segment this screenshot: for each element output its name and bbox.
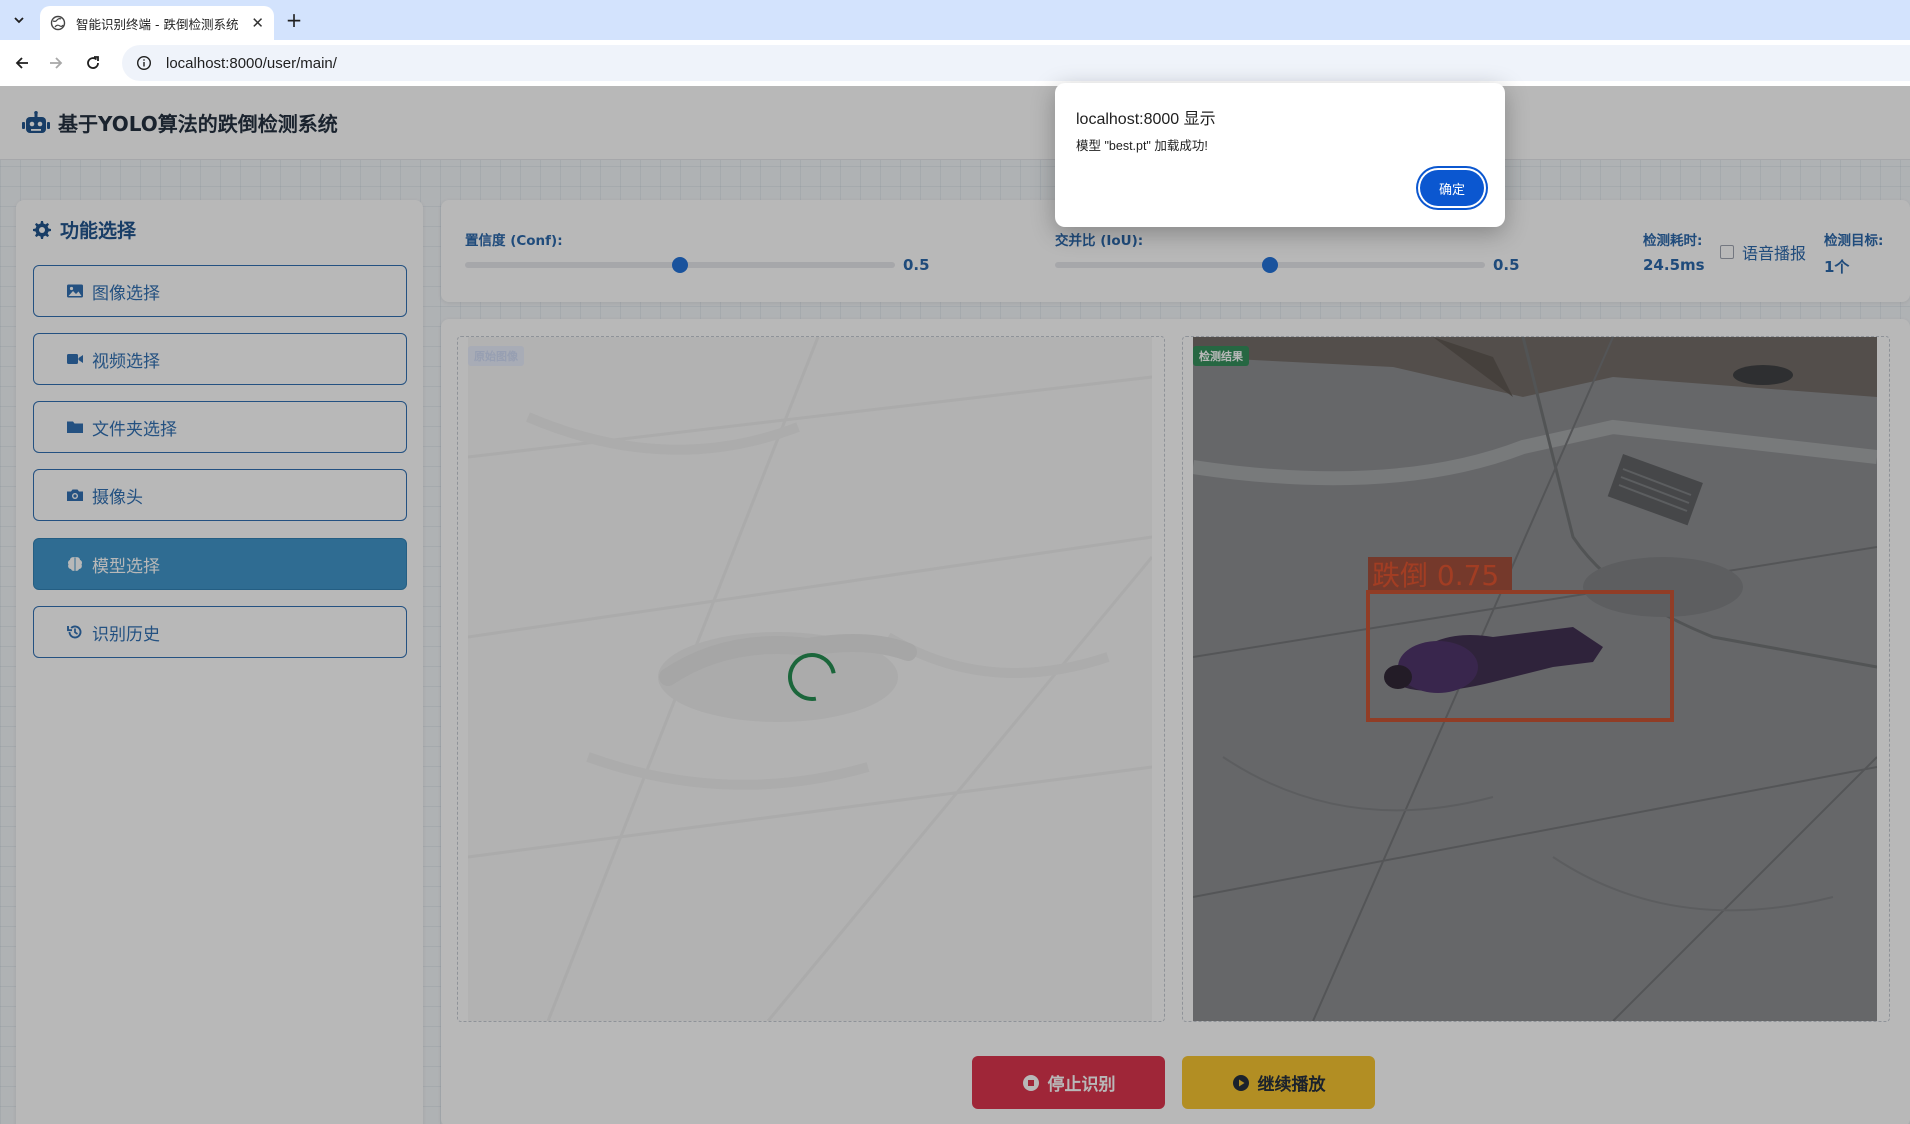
globe-icon (50, 15, 66, 31)
arrow-left-icon (15, 57, 28, 69)
forward-button[interactable] (43, 50, 69, 76)
reload-button[interactable] (80, 50, 106, 76)
url-text: localhost:8000/user/main/ (166, 54, 337, 72)
tab-search-button[interactable] (6, 8, 32, 32)
reload-icon (87, 56, 99, 69)
dialog-title: localhost:8000 显示 (1076, 111, 1216, 128)
modal-overlay (0, 86, 1910, 1124)
tab-close-icon[interactable]: ✕ (251, 14, 264, 32)
browser-tab[interactable]: 智能识别终端 - 跌倒检测系统 ✕ (40, 6, 274, 40)
info-icon[interactable] (136, 55, 152, 71)
tab-title: 智能识别终端 - 跌倒检测系统 (76, 16, 239, 32)
alert-dialog: localhost:8000 显示 模型 "best.pt" 加载成功! 确定 (1055, 83, 1505, 227)
browser-toolbar: localhost:8000/user/main/ (0, 40, 1910, 86)
dialog-message: 模型 "best.pt" 加载成功! (1076, 139, 1208, 153)
arrow-right-icon (50, 57, 63, 69)
browser-tab-bar: 智能识别终端 - 跌倒检测系统 ✕ + (0, 0, 1910, 40)
back-button[interactable] (9, 50, 35, 76)
address-bar[interactable]: localhost:8000/user/main/ (122, 45, 1910, 81)
chevron-down-icon (14, 17, 24, 24)
new-tab-button[interactable]: + (282, 8, 306, 32)
dialog-ok-button[interactable]: 确定 (1420, 170, 1484, 206)
